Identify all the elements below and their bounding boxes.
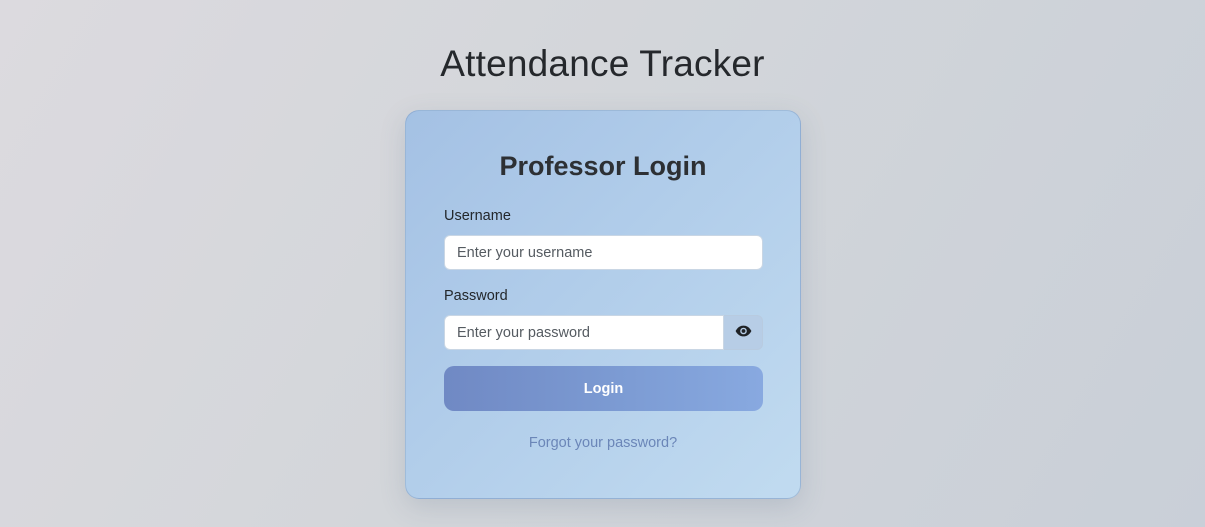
page-title: Attendance Tracker [440, 43, 765, 84]
eye-icon [735, 324, 752, 342]
username-label: Username [444, 208, 511, 224]
password-label: Password [444, 288, 508, 304]
login-card-title: Professor Login [499, 151, 707, 181]
password-input[interactable] [444, 315, 724, 350]
login-button[interactable]: Login [444, 366, 763, 411]
username-input[interactable] [444, 235, 763, 270]
login-card: Professor Login Username Password Login … [405, 110, 801, 499]
forgot-password-link[interactable]: Forgot your password? [406, 435, 800, 451]
show-password-toggle[interactable] [724, 315, 763, 350]
